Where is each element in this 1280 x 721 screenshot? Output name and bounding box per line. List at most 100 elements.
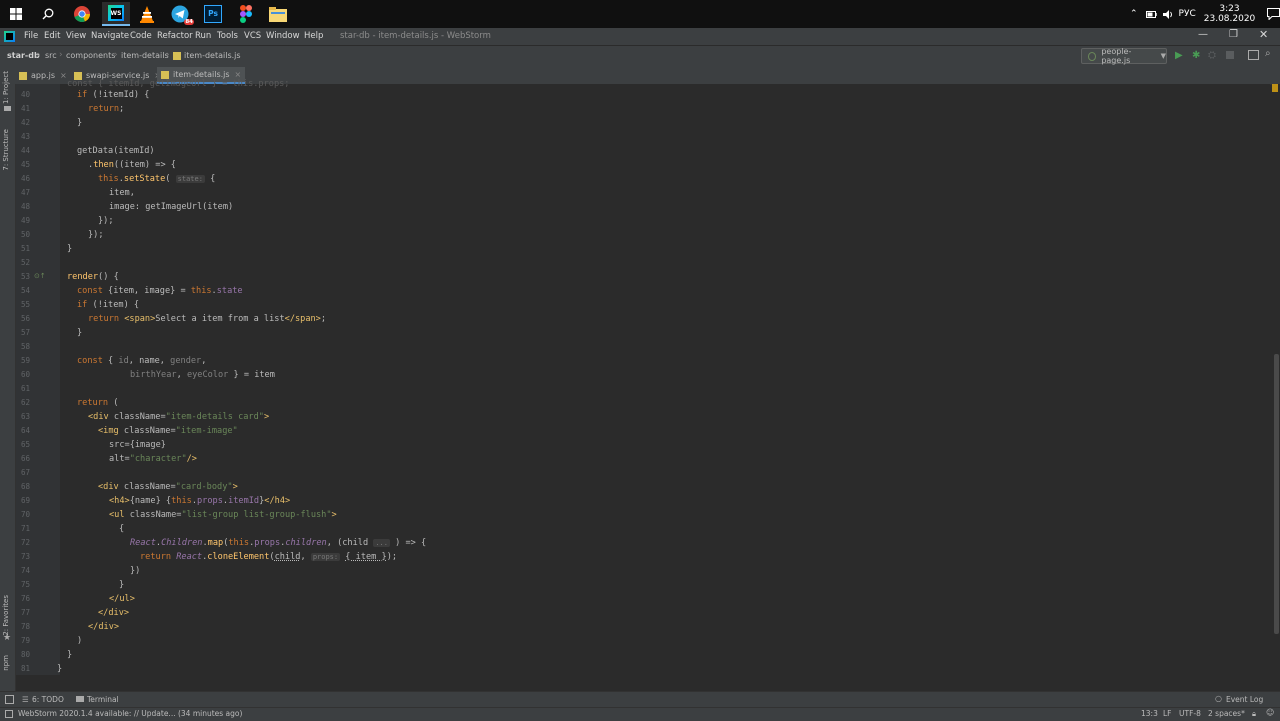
- search-everywhere-icon[interactable]: ⌕: [1265, 48, 1271, 59]
- warning-marker[interactable]: [1272, 84, 1278, 92]
- window-title: star-db - item-details.js - WebStorm: [340, 31, 491, 41]
- line-number: 77: [20, 608, 30, 617]
- caret-position[interactable]: 13:3: [1141, 709, 1158, 718]
- tab-app-js[interactable]: app.js ×: [19, 67, 67, 84]
- line-number: 55: [20, 300, 30, 309]
- vlc-icon[interactable]: [135, 2, 159, 26]
- menu-edit[interactable]: Edit: [44, 31, 60, 41]
- line-numbers: 40 41 42 43 44 45 46 47 48 49 50 51 52 53 54 55 56 57 58 59…: [16, 84, 60, 675]
- todo-tool-button[interactable]: 6: TODO: [32, 695, 64, 704]
- volume-icon[interactable]: [1162, 9, 1173, 19]
- chrome-icon[interactable]: [70, 2, 94, 26]
- menu-refactor[interactable]: Refactor: [157, 31, 193, 41]
- todo-icon: ☰: [22, 695, 29, 704]
- breadcrumb-file[interactable]: item-details.js: [184, 51, 241, 60]
- line-number: 62: [20, 398, 30, 407]
- search-icon[interactable]: [36, 2, 60, 26]
- chevron-up-icon[interactable]: ⌃: [1130, 9, 1138, 19]
- coverage-icon[interactable]: ⛭: [1208, 50, 1216, 61]
- breadcrumb-item-details-folder[interactable]: item-details: [121, 51, 169, 60]
- line-number: 64: [20, 426, 30, 435]
- breadcrumb-separator: ›: [166, 50, 170, 60]
- stop-icon[interactable]: [1226, 51, 1234, 59]
- bottom-tool-strip: ☰ 6: TODO Terminal ○ Event Log: [0, 691, 1280, 708]
- indent-setting[interactable]: 2 spaces*: [1208, 709, 1245, 718]
- photoshop-icon[interactable]: Ps: [201, 2, 225, 26]
- menu-help[interactable]: Help: [304, 31, 323, 41]
- toggle-tool-windows-icon[interactable]: [5, 695, 14, 704]
- inspector-icon[interactable]: ☺: [1266, 708, 1274, 717]
- photoshop-label: Ps: [204, 5, 222, 23]
- status-bar: WebStorm 2020.1.4 available: // Update..…: [0, 707, 1280, 721]
- code-editor[interactable]: const { itemId, getImageUrl } = this.pro…: [57, 79, 1270, 675]
- terminal-tool-button[interactable]: Terminal: [87, 695, 119, 704]
- breadcrumb-src[interactable]: src: [45, 51, 57, 60]
- run-config-label: people-page.js: [1101, 47, 1132, 65]
- breadcrumb-components[interactable]: components: [66, 51, 115, 60]
- line-number: 56: [20, 314, 30, 323]
- file-encoding[interactable]: UTF-8: [1179, 709, 1201, 718]
- breadcrumb-separator: ›: [114, 50, 118, 60]
- menu-vcs[interactable]: VCS: [244, 31, 261, 41]
- close-tab-icon[interactable]: ×: [60, 71, 67, 80]
- menu-tools[interactable]: Tools: [217, 31, 238, 41]
- run-icon[interactable]: ▶: [1175, 50, 1183, 61]
- line-number: 46: [20, 174, 30, 183]
- language-indicator[interactable]: РУС: [1179, 9, 1196, 19]
- webstorm-label: WS: [110, 7, 122, 19]
- run-config-dropdown[interactable]: people-page.js ▼: [1081, 47, 1167, 65]
- event-log-button[interactable]: Event Log: [1226, 695, 1263, 704]
- update-notification[interactable]: WebStorm 2020.1.4 available: // Update..…: [18, 709, 242, 718]
- clock-date: 23.08.2020: [1203, 14, 1256, 24]
- breadcrumb-project[interactable]: star-db: [7, 51, 40, 60]
- menu-view[interactable]: View: [66, 31, 86, 41]
- project-structure-icon[interactable]: [1248, 50, 1259, 60]
- editor-scrollbar[interactable]: [1272, 84, 1280, 675]
- windows-taskbar: WS 84 Ps ⌃ РУС 3:23 23.08.2020: [0, 0, 1280, 28]
- line-number: 73: [20, 552, 30, 561]
- clock[interactable]: 3:23 23.08.2020: [1204, 4, 1256, 24]
- tab-label: app.js: [31, 71, 55, 80]
- webstorm-icon[interactable]: WS: [102, 2, 130, 26]
- chevron-down-icon: ▼: [1160, 52, 1166, 60]
- param-hint-state: state:: [175, 175, 205, 183]
- line-number: 51: [20, 244, 30, 253]
- terminal-icon: [76, 696, 84, 702]
- line-number: 43: [20, 132, 30, 141]
- line-number: 75: [20, 580, 30, 589]
- line-number: 63: [20, 412, 30, 421]
- minimize-button[interactable]: —: [1198, 29, 1208, 40]
- line-number: 48: [20, 202, 30, 211]
- menu-navigate[interactable]: Navigate: [91, 31, 129, 41]
- file-explorer-icon[interactable]: [266, 2, 290, 26]
- scrollbar-thumb[interactable]: [1274, 354, 1279, 634]
- restore-button[interactable]: ❐: [1229, 29, 1238, 40]
- menu-bar: File Edit View Navigate Code Refactor Ru…: [0, 28, 1280, 45]
- menu-window[interactable]: Window: [266, 31, 300, 41]
- close-window-button[interactable]: ✕: [1259, 28, 1268, 41]
- notifications-icon[interactable]: [1267, 8, 1280, 20]
- js-file-icon: [173, 52, 181, 60]
- status-toggle-icon[interactable]: [5, 710, 13, 718]
- line-separator[interactable]: LF: [1163, 709, 1172, 718]
- menu-run[interactable]: Run: [195, 31, 211, 41]
- debug-icon[interactable]: ✱: [1192, 50, 1200, 61]
- lock-icon[interactable]: 🔒︎: [1252, 709, 1256, 719]
- line-number: 66: [20, 454, 30, 463]
- nodejs-icon: [1088, 51, 1097, 61]
- line-number: 79: [20, 636, 30, 645]
- menu-code[interactable]: Code: [130, 31, 152, 41]
- menu-file[interactable]: File: [24, 31, 38, 41]
- figma-icon[interactable]: [234, 2, 258, 26]
- line-number: 53: [20, 272, 30, 281]
- line-number: 81: [20, 664, 30, 673]
- battery-icon[interactable]: [1145, 10, 1157, 19]
- line-number: 45: [20, 160, 30, 169]
- windows-start-icon[interactable]: [4, 2, 28, 26]
- line-number: 42: [20, 118, 30, 127]
- line-number: 69: [20, 496, 30, 505]
- webstorm-app-icon: [4, 31, 15, 42]
- param-hint-props: props:: [310, 553, 341, 561]
- line-number: 54: [20, 286, 30, 295]
- telegram-icon[interactable]: 84: [168, 2, 194, 26]
